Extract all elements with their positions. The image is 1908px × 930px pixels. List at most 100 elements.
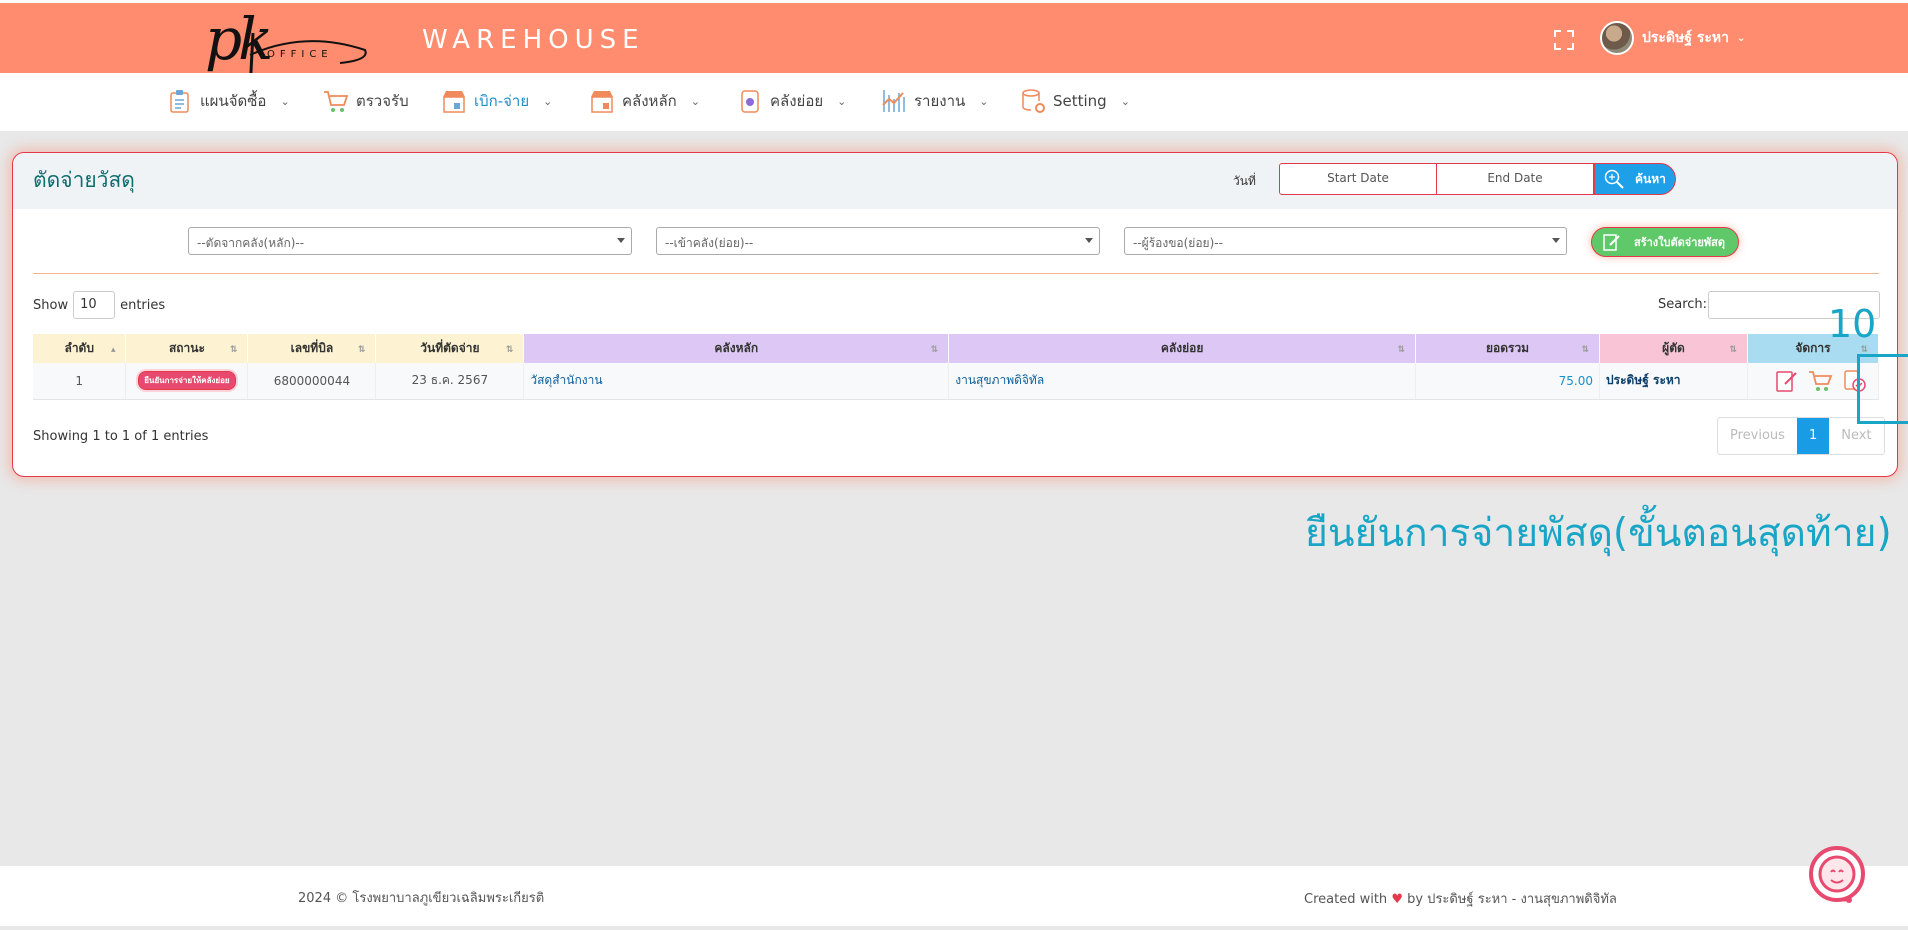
column-header[interactable]: ลำดับ ▴ bbox=[33, 334, 127, 363]
cut-supply-table: ลำดับ ▴ สถานะ ⇅ เลขที่บิล ⇅ วันที่ตัดจ่าย ⇅ คลัง… bbox=[33, 334, 1880, 400]
column-header[interactable]: วันที่ตัดจ่าย ⇅ bbox=[375, 334, 525, 363]
select-value: --เข้าคลัง(ย่อย)-- bbox=[665, 236, 754, 250]
support-bot-icon[interactable] bbox=[1802, 842, 1872, 910]
footer-copyright: 2024 © โรงพยาบาลภูเขียวเฉลิมพระเกียรติ bbox=[298, 891, 545, 906]
nav-label: เบิก-จ่าย bbox=[474, 92, 530, 110]
cell-total: 75.00 bbox=[1415, 363, 1600, 400]
fullscreen-icon[interactable] bbox=[1554, 30, 1574, 50]
footer-credit: Created with ♥ by ประดิษฐ์ ระหา - งานสุข… bbox=[1304, 888, 1617, 909]
show-label: Show bbox=[33, 297, 69, 313]
column-header[interactable]: เลขที่บิล ⇅ bbox=[247, 334, 377, 363]
start-date-input[interactable]: Start Date bbox=[1279, 163, 1437, 195]
nav-label: รายงาน bbox=[914, 92, 966, 110]
chevron-down-icon: ⌄ bbox=[979, 94, 989, 108]
nav-item-receive[interactable]: ตรวจรับ bbox=[322, 87, 409, 115]
chevron-down-icon: ⌄ bbox=[837, 94, 847, 108]
cart-icon bbox=[324, 91, 349, 112]
column-header-label: ลำดับ bbox=[64, 341, 94, 355]
chevron-down-icon: ⌄ bbox=[1120, 94, 1130, 108]
table-header-row: ลำดับ ▴ สถานะ ⇅ เลขที่บิล ⇅ วันที่ตัดจ่าย ⇅ คลัง… bbox=[33, 334, 1880, 363]
sort-icon: ⇅ bbox=[1581, 345, 1589, 355]
sort-icon: ⇅ bbox=[505, 345, 514, 355]
column-header-label: เลขที่บิล bbox=[290, 341, 334, 355]
entries-label: entries bbox=[120, 297, 166, 313]
nav-label: คลังหลัก bbox=[622, 92, 677, 110]
search-button-label: ค้นหา bbox=[1635, 171, 1666, 186]
brand-title: WAREHOUSE bbox=[422, 25, 645, 55]
column-header[interactable]: ยอดรวม ⇅ bbox=[1415, 334, 1600, 363]
cell-date: 23 ธ.ค. 2567 bbox=[375, 363, 525, 400]
nav-label: คลังย่อย bbox=[770, 92, 824, 110]
search-button[interactable]: ค้นหา bbox=[1594, 163, 1676, 195]
entries-select[interactable]: 10 bbox=[73, 291, 116, 319]
chevron-down-icon: ⌄ bbox=[690, 94, 700, 108]
cell-status: ยืนยันการจ่ายให้คลังย่อย bbox=[125, 363, 249, 400]
nav-item-purchase-plan[interactable]: แผนจัดซื้อ ⌄ bbox=[166, 87, 290, 115]
sort-icon: ⇅ bbox=[930, 345, 939, 355]
user-menu[interactable]: ประดิษฐ์ ระหา ⌄ bbox=[1600, 21, 1745, 55]
table-row: 1 ยืนยันการจ่ายให้คลังย่อย 6800000044 23… bbox=[33, 363, 1880, 400]
database-gear-icon bbox=[1022, 89, 1045, 113]
column-header-label: ผู้ตัด bbox=[1662, 341, 1685, 355]
step-caption: ยืนยันการจ่ายพัสดุ(ขั้นตอนสุดท้าย) bbox=[1305, 511, 1892, 556]
nav-item-report[interactable]: รายงาน ⌄ bbox=[880, 87, 989, 115]
status-badge: ยืนยันการจ่ายให้คลังย่อย bbox=[138, 371, 236, 391]
credit-suffix: by ประดิษฐ์ ระหา - งานสุขภาพดิจิทัล bbox=[1407, 892, 1617, 907]
table-search-label: Search: bbox=[1658, 297, 1708, 312]
caret-down-icon bbox=[1552, 238, 1560, 243]
page-1-button[interactable]: 1 bbox=[1796, 418, 1830, 454]
show-entries: Show 10 entries bbox=[33, 291, 165, 319]
sort-icon: ⇅ bbox=[229, 345, 238, 355]
column-header[interactable]: สถานะ ⇅ bbox=[125, 334, 249, 363]
sort-icon: ⇅ bbox=[1729, 345, 1737, 355]
chart-icon bbox=[882, 90, 905, 112]
column-header[interactable]: คลังหลัก ⇅ bbox=[523, 334, 950, 363]
nav-label: ตรวจรับ bbox=[356, 92, 409, 110]
select-value: --ตัดจากคลัง(หลัก)-- bbox=[197, 236, 305, 250]
footer: 2024 © โรงพยาบาลภูเขียวเฉลิมพระเกียรติ C… bbox=[0, 866, 1908, 926]
caret-down-icon bbox=[617, 238, 625, 243]
column-header[interactable]: ผู้ตัด ⇅ bbox=[1599, 334, 1748, 363]
warehouse-icon bbox=[591, 91, 613, 113]
nav-label: แผนจัดซื้อ bbox=[200, 92, 267, 110]
cut-supply-card: ตัดจ่ายวัสดุ วันที่ Start Date End Date … bbox=[12, 152, 1898, 477]
column-header-label: ยอดรวม bbox=[1485, 341, 1530, 355]
box-icon bbox=[741, 90, 759, 113]
nav-item-withdraw[interactable]: เบิก-จ่าย ⌄ bbox=[440, 87, 552, 115]
highlight-box bbox=[1857, 354, 1908, 424]
avatar bbox=[1600, 21, 1634, 55]
top-header: pk OFFICE WAREHOUSE ประดิษฐ์ ระหา ⌄ bbox=[0, 0, 1908, 75]
cell-sub-store: งานสุขภาพดิจิทัล bbox=[948, 363, 1417, 400]
column-header[interactable]: คลังย่อย ⇅ bbox=[948, 334, 1417, 363]
heart-icon: ♥ bbox=[1391, 892, 1403, 907]
cell-cutter: ประดิษฐ์ ระหา bbox=[1599, 363, 1748, 400]
previous-button[interactable]: Previous bbox=[1718, 418, 1797, 454]
nav-item-setting[interactable]: Setting ⌄ bbox=[1019, 87, 1130, 115]
column-header-label: วันที่ตัดจ่าย bbox=[420, 341, 480, 355]
chevron-down-icon: ⌄ bbox=[543, 94, 553, 108]
logo-office-text: OFFICE bbox=[267, 49, 333, 60]
card-header: ตัดจ่ายวัสดุ วันที่ Start Date End Date … bbox=[13, 153, 1897, 209]
sub-store-select[interactable]: --เข้าคลัง(ย่อย)-- bbox=[656, 227, 1100, 255]
edit-document-icon bbox=[1603, 234, 1620, 251]
chevron-down-icon: ⌄ bbox=[280, 94, 290, 108]
edit-icon[interactable] bbox=[1774, 368, 1800, 394]
cart-icon[interactable] bbox=[1808, 368, 1834, 394]
end-date-input[interactable]: End Date bbox=[1436, 163, 1594, 195]
main-store-select[interactable]: --ตัดจากคลัง(หลัก)-- bbox=[188, 227, 632, 255]
user-name: ประดิษฐ์ ระหา bbox=[1642, 30, 1729, 46]
credit-prefix: Created with bbox=[1304, 892, 1388, 907]
cell-bill-no: 6800000044 bbox=[247, 363, 377, 400]
nav-item-main-store[interactable]: คลังหลัก ⌄ bbox=[588, 87, 700, 115]
cell-main-store: วัสดุสำนักงาน bbox=[523, 363, 950, 400]
chevron-down-icon: ⌄ bbox=[1736, 32, 1746, 44]
create-cut-slip-button[interactable]: สร้างใบตัดจ่ายพัสดุ bbox=[1591, 227, 1739, 257]
nav-item-sub-store[interactable]: คลังย่อย ⌄ bbox=[736, 87, 846, 115]
page-title: ตัดจ่ายวัสดุ bbox=[33, 168, 135, 192]
requester-select[interactable]: --ผู้ร้องขอ(ย่อย)-- bbox=[1124, 227, 1567, 255]
sort-icon: ⇅ bbox=[357, 345, 366, 355]
column-header-label: จัดการ bbox=[1795, 341, 1831, 355]
nav-label: Setting bbox=[1053, 92, 1107, 110]
main-nav: แผนจัดซื้อ ⌄ ตรวจรับ เบิก-จ่าย ⌄ คลังหลัก ⌄… bbox=[0, 73, 1908, 131]
sort-icon: ▴ bbox=[110, 345, 116, 355]
